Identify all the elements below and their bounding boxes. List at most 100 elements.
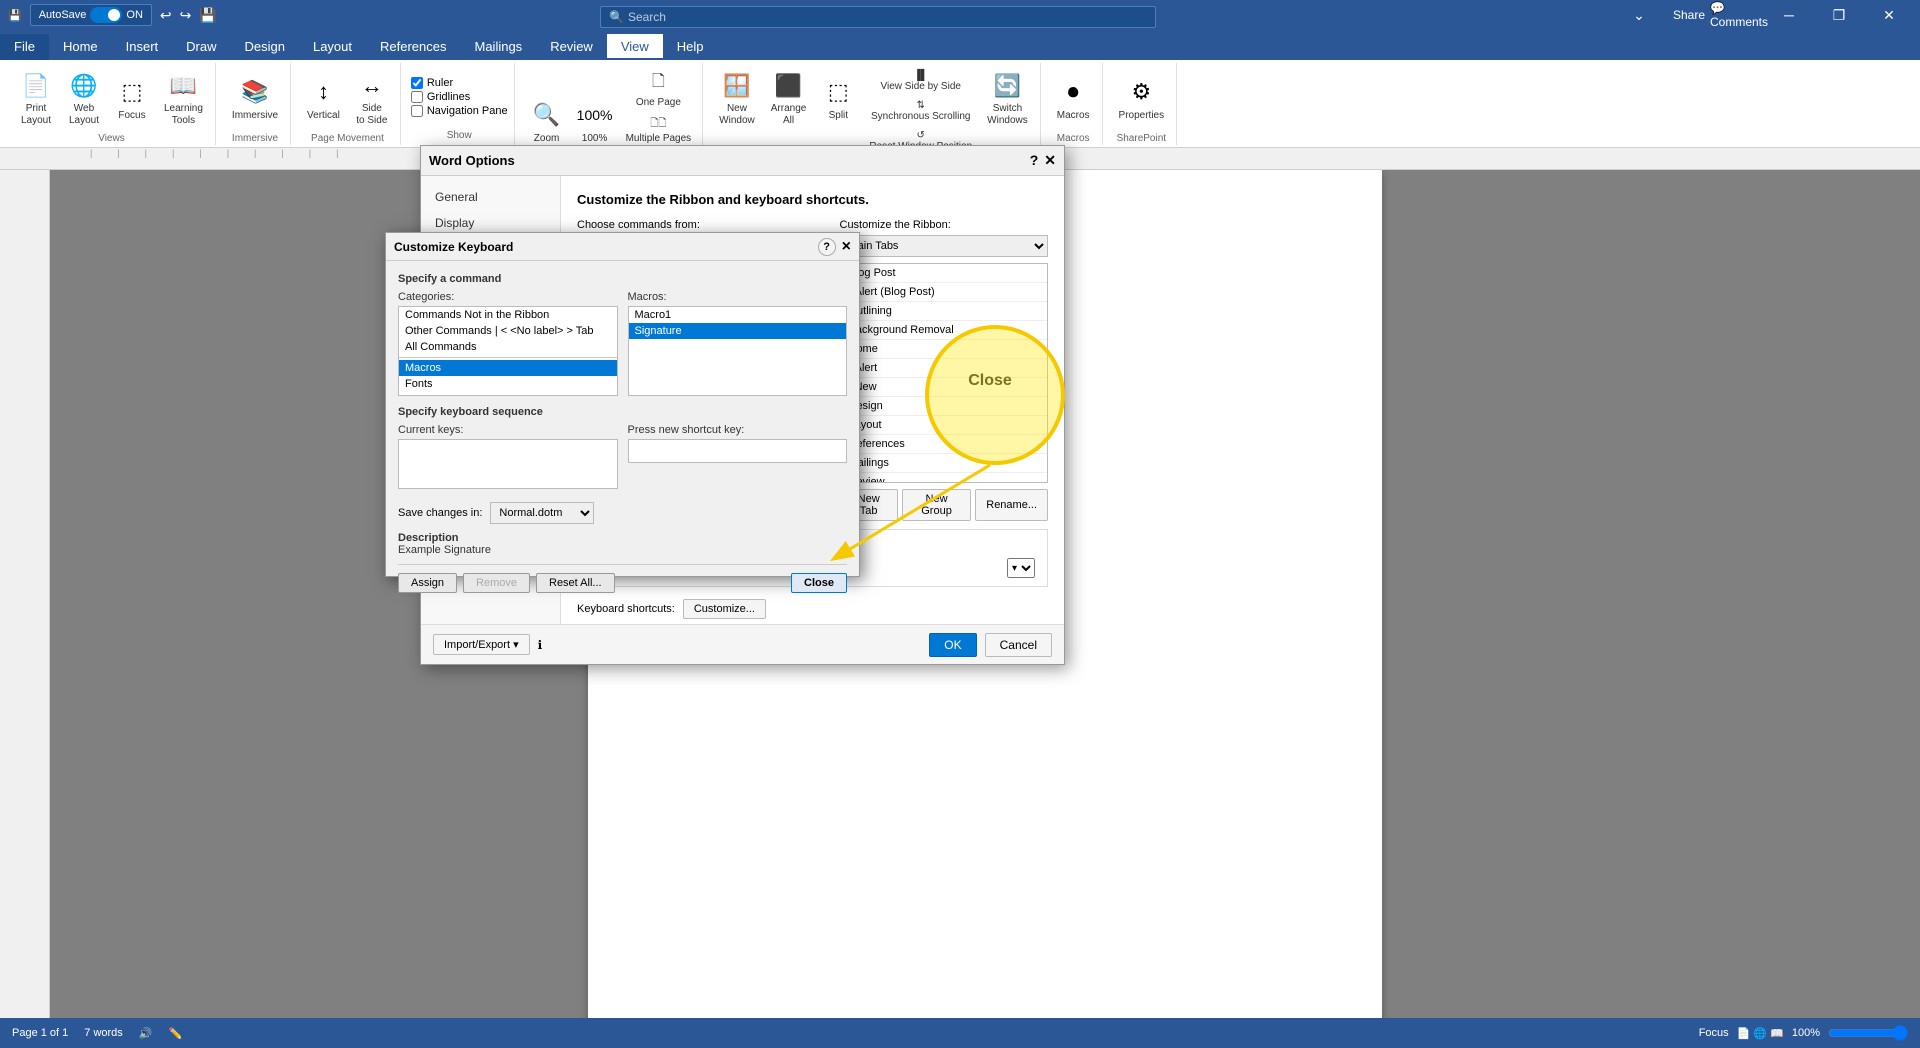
- switch-windows-btn[interactable]: 🔄 SwitchWindows: [981, 67, 1034, 131]
- nav-general[interactable]: General: [421, 184, 560, 210]
- focus-btn[interactable]: ⬚ Focus: [110, 67, 154, 131]
- status-bar-left: Page 1 of 1 7 words 🔊 ✏️: [12, 1027, 182, 1040]
- tab-view[interactable]: View: [607, 34, 663, 60]
- macro-signature[interactable]: Signature: [629, 323, 847, 339]
- tab-file[interactable]: File: [0, 34, 49, 60]
- tab-mailings[interactable]: Mailings: [461, 34, 537, 60]
- new-shortcut-col: Press new shortcut key:: [628, 424, 848, 492]
- category-commands-not-in-ribbon[interactable]: Commands Not in the Ribbon: [399, 307, 617, 323]
- right-item-layout[interactable]: Layout: [841, 416, 1048, 435]
- current-keys-input[interactable]: [398, 439, 618, 489]
- macros-listbox[interactable]: Macro1 Signature: [628, 306, 848, 396]
- tab-insert[interactable]: Insert: [112, 34, 173, 60]
- word-count[interactable]: 7 words: [84, 1027, 123, 1039]
- right-item-alert[interactable]: Alert: [841, 359, 1048, 378]
- side-to-side-btn[interactable]: ↔ Sideto Side: [350, 67, 394, 131]
- right-item-design[interactable]: Design: [841, 397, 1048, 416]
- comments-btn[interactable]: 💬 Comments: [1716, 0, 1762, 30]
- autosave-badge[interactable]: AutoSave ON: [30, 4, 152, 26]
- tab-layout[interactable]: Layout: [299, 34, 366, 60]
- customize-kbd-close-icon[interactable]: ×: [842, 238, 851, 256]
- right-item-blogpost[interactable]: Blog Post: [841, 264, 1048, 283]
- view-side-by-side-btn[interactable]: ▐▌ View Side by Side: [864, 67, 977, 95]
- categories-listbox[interactable]: Commands Not in the Ribbon Other Command…: [398, 306, 618, 396]
- arrange-all-btn[interactable]: ⬛ ArrangeAll: [765, 67, 813, 131]
- undo-icon[interactable]: ↩: [160, 7, 172, 24]
- word-options-close-btn[interactable]: ✕: [1044, 152, 1056, 169]
- immersive-btn[interactable]: 📚 Immersive: [226, 67, 284, 131]
- minimize-btn[interactable]: ─: [1766, 0, 1812, 30]
- focus-btn-status[interactable]: Focus: [1699, 1027, 1729, 1039]
- zoom-slider[interactable]: [1828, 1025, 1908, 1041]
- restore-btn[interactable]: ❐: [1816, 0, 1862, 30]
- tab-review[interactable]: Review: [536, 34, 607, 60]
- app-close-btn[interactable]: ✕: [1866, 0, 1912, 30]
- tab-home[interactable]: Home: [49, 34, 112, 60]
- print-layout-btn[interactable]: 📄 PrintLayout: [14, 67, 58, 131]
- zoom-btn[interactable]: 🔍 Zoom: [525, 90, 569, 154]
- gridlines-checkbox[interactable]: Gridlines: [411, 91, 508, 103]
- close-btn[interactable]: Close: [791, 573, 847, 593]
- tab-help[interactable]: Help: [663, 34, 718, 60]
- word-options-cancel-btn[interactable]: Cancel: [985, 633, 1052, 657]
- properties-btn[interactable]: ⚙ Properties: [1113, 67, 1171, 131]
- split-btn[interactable]: ⬚ Split: [816, 67, 860, 131]
- share-btn[interactable]: Share: [1666, 0, 1712, 30]
- new-group-btn[interactable]: New Group: [902, 489, 971, 521]
- new-window-btn[interactable]: 🪟 NewWindow: [713, 67, 761, 131]
- immersive-reader-btn[interactable]: 📖 LearningTools: [158, 67, 209, 131]
- save-changes-select[interactable]: Normal.dotm This Document: [490, 502, 594, 524]
- views-group-label: Views: [98, 133, 125, 144]
- autosave-toggle[interactable]: [90, 7, 122, 23]
- macros-group-label: Macros: [1057, 133, 1090, 144]
- customize-ribbon-select[interactable]: Main Tabs All Tabs Tool Tabs: [840, 235, 1049, 257]
- customize-kbd-help-btn[interactable]: ?: [818, 238, 836, 256]
- zoom-100-btn[interactable]: 100% 100%: [573, 90, 617, 154]
- page-indicator[interactable]: Page 1 of 1: [12, 1027, 68, 1039]
- category-all-commands[interactable]: All Commands: [399, 339, 617, 355]
- ribbon-listbox[interactable]: Blog Post Alert (Blog Post) Outlining Ba…: [840, 263, 1049, 483]
- ribbon-collapse-btn[interactable]: ⌄: [1616, 0, 1662, 30]
- ruler-checkbox[interactable]: Ruler: [411, 77, 508, 89]
- redo-icon[interactable]: ↪: [180, 7, 192, 24]
- remove-btn[interactable]: Remove: [463, 573, 530, 593]
- word-options-help-btn[interactable]: ?: [1030, 152, 1039, 169]
- tab-draw[interactable]: Draw: [172, 34, 230, 60]
- new-window-icon: 🪟: [721, 71, 753, 101]
- category-other-commands[interactable]: Other Commands | < <No label> > Tab: [399, 323, 617, 339]
- tab-design[interactable]: Design: [231, 34, 299, 60]
- side-to-side-icon: ↔: [356, 71, 388, 101]
- right-item-bg-removal[interactable]: Background Removal: [841, 321, 1048, 340]
- save-icon[interactable]: 💾: [199, 7, 216, 24]
- ribbon-panel: Customize the Ribbon: Main Tabs All Tabs…: [840, 219, 1049, 521]
- right-item-review[interactable]: Review: [841, 473, 1048, 483]
- right-item-home[interactable]: Home: [841, 340, 1048, 359]
- navigation-pane-checkbox[interactable]: Navigation Pane: [411, 105, 508, 117]
- link-select[interactable]: ▾: [1007, 558, 1035, 578]
- vertical-btn[interactable]: ↕ Vertical: [301, 67, 346, 131]
- search-bar[interactable]: 🔍: [600, 6, 1156, 28]
- macro-macro1[interactable]: Macro1: [629, 307, 847, 323]
- new-shortcut-input[interactable]: [628, 439, 848, 463]
- reset-all-btn[interactable]: Reset All...: [536, 573, 615, 593]
- right-item-new[interactable]: New: [841, 378, 1048, 397]
- search-input[interactable]: [628, 10, 1147, 24]
- import-export-btn[interactable]: Import/Export ▾: [433, 634, 530, 655]
- macros-icon: ⏺: [1057, 76, 1089, 108]
- web-layout-btn[interactable]: 🌐 WebLayout: [62, 67, 106, 131]
- word-options-ok-btn[interactable]: OK: [929, 633, 976, 657]
- right-item-alert-blogpost[interactable]: Alert (Blog Post): [841, 283, 1048, 302]
- one-page-btn[interactable]: 🗋 One Page: [621, 67, 697, 111]
- category-building-blocks[interactable]: Building Blocks: [399, 392, 617, 396]
- right-item-references[interactable]: References: [841, 435, 1048, 454]
- tab-references[interactable]: References: [366, 34, 460, 60]
- macros-btn[interactable]: ⏺ Macros: [1051, 67, 1096, 131]
- category-fonts[interactable]: Fonts: [399, 376, 617, 392]
- assign-btn[interactable]: Assign: [398, 573, 457, 593]
- right-item-mailings[interactable]: Mailings: [841, 454, 1048, 473]
- right-item-outlining[interactable]: Outlining: [841, 302, 1048, 321]
- category-macros[interactable]: Macros: [399, 360, 617, 376]
- synchronous-scrolling-btn[interactable]: ⇅ Synchronous Scrolling: [864, 97, 977, 125]
- rename-btn[interactable]: Rename...: [975, 489, 1048, 521]
- multiple-pages-btn[interactable]: 🗋🗋 Multiple Pages: [621, 113, 697, 147]
